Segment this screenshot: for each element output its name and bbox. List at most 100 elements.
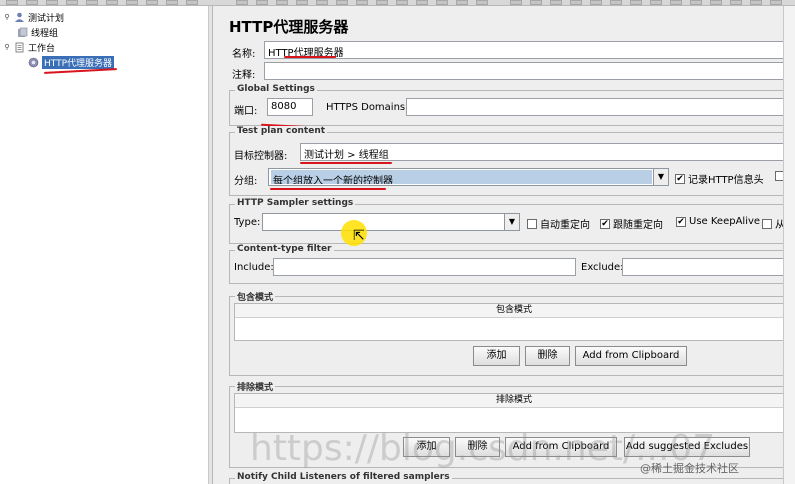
add-include-from-clipboard-button[interactable]: Add from Clipboard xyxy=(575,346,687,366)
tree-item-test-plan[interactable]: ⚲ 测试计划 xyxy=(3,10,64,24)
https-domains-label: HTTPS Domains : xyxy=(326,102,412,113)
test-plan-tree[interactable]: ⚲ 测试计划 线程组 ⚲ 工作台 HTTP代理服务器 xyxy=(0,6,209,484)
auto-redirect-checkbox[interactable]: 自动重定向 xyxy=(527,216,590,231)
toolbar-button[interactable] xyxy=(750,0,762,5)
toolbar-button[interactable] xyxy=(46,0,58,5)
dropdown-arrow-icon[interactable]: ▼ xyxy=(653,169,668,185)
toolbar-button[interactable] xyxy=(146,0,158,5)
toolbar-button[interactable] xyxy=(256,0,268,5)
sampler-type-label: Type: xyxy=(234,217,261,228)
tree-item-label: HTTP代理服务器 xyxy=(42,55,115,69)
toolbar-button[interactable] xyxy=(670,0,682,5)
https-domains-field[interactable] xyxy=(406,98,794,116)
toolbar-button[interactable] xyxy=(26,0,38,5)
toolbar-button[interactable] xyxy=(66,0,78,5)
tree-item-label: 测试计划 xyxy=(28,13,65,24)
grouping-combo[interactable]: 每个组放入一个新的控制器 ▼ xyxy=(268,168,669,186)
checkbox-checked-icon[interactable]: ✔ xyxy=(676,216,686,227)
delete-include-button[interactable]: 删除 xyxy=(525,346,570,366)
toolbar-button[interactable] xyxy=(630,0,642,5)
workbench-icon xyxy=(15,42,24,52)
toolbar-button[interactable] xyxy=(186,0,198,5)
test-plan-content-group: Test plan content xyxy=(229,126,795,196)
tree-expand-icon[interactable]: ⚲ xyxy=(3,43,11,51)
checkbox-unchecked-icon[interactable] xyxy=(762,218,772,229)
test-plan-icon xyxy=(15,12,24,22)
tree-item-workbench[interactable]: ⚲ 工作台 xyxy=(3,40,55,54)
toolbar-button[interactable] xyxy=(610,0,622,5)
toolbar-button[interactable] xyxy=(570,0,582,5)
toolbar-button[interactable] xyxy=(650,0,662,5)
toolbar-button[interactable] xyxy=(476,0,488,5)
toolbar-button[interactable] xyxy=(456,0,468,5)
comment-field[interactable] xyxy=(264,62,794,80)
toolbar-button[interactable] xyxy=(730,0,742,5)
group-title: 包含模式 xyxy=(235,290,276,303)
toolbar-button[interactable] xyxy=(356,0,368,5)
toolbar-button[interactable] xyxy=(416,0,428,5)
toolbar-button[interactable] xyxy=(276,0,288,5)
tree-item-http-proxy[interactable]: HTTP代理服务器 xyxy=(28,55,115,69)
annotation-underline xyxy=(300,162,392,164)
record-headers-checkbox[interactable]: ✔ 记录HTTP信息头 xyxy=(675,171,764,186)
toolbar-button[interactable] xyxy=(296,0,308,5)
toolbar-button[interactable] xyxy=(770,0,782,5)
checkbox-checked-icon[interactable]: ✔ xyxy=(675,173,685,184)
credit-text: @稀土掘金技术社区 xyxy=(640,462,739,475)
toolbar-button[interactable] xyxy=(396,0,408,5)
table-column-header[interactable]: 包含模式 xyxy=(235,304,793,318)
target-controller-label: 目标控制器: xyxy=(234,151,288,162)
include-patterns-table[interactable]: 包含模式 xyxy=(234,303,794,341)
checkbox-unchecked-icon[interactable] xyxy=(527,218,537,229)
toolbar-button[interactable] xyxy=(236,0,248,5)
exclude-field[interactable] xyxy=(622,258,794,276)
toolbar-button[interactable] xyxy=(690,0,702,5)
annotation-underline xyxy=(284,56,336,58)
toolbar-button[interactable] xyxy=(126,0,138,5)
group-title: Notify Child Listeners of filtered sampl… xyxy=(235,472,452,482)
group-title: Content-type filter xyxy=(235,244,334,254)
notify-listeners-group: Notify Child Listeners of filtered sampl… xyxy=(229,472,795,484)
include-field[interactable] xyxy=(273,258,576,276)
split-pane-divider[interactable] xyxy=(209,6,213,484)
toolbar-button[interactable] xyxy=(6,0,18,5)
vertical-scrollbar[interactable] xyxy=(783,6,795,484)
toolbar-button[interactable] xyxy=(316,0,328,5)
group-title: 排除模式 xyxy=(235,380,276,393)
toolbar-button[interactable] xyxy=(590,0,602,5)
toolbar-button[interactable] xyxy=(550,0,562,5)
checkbox-label: 自动重定向 xyxy=(540,220,590,231)
toolbar-button[interactable] xyxy=(710,0,722,5)
sampler-type-combo[interactable]: ▼ xyxy=(262,213,520,231)
follow-redirect-checkbox[interactable]: ✔ 跟随重定向 xyxy=(600,216,663,231)
mouse-cursor-icon: ⇱ xyxy=(353,228,365,244)
group-title: HTTP Sampler settings xyxy=(235,198,356,208)
exclude-patterns-table[interactable]: 排除模式 xyxy=(234,393,794,433)
retrieve-resources-checkbox[interactable]: 从 xyxy=(762,216,785,231)
toolbar-button[interactable] xyxy=(376,0,388,5)
toolbar-button[interactable] xyxy=(106,0,118,5)
name-field[interactable]: HTTP代理服务器 xyxy=(264,41,794,59)
tree-expand-icon[interactable]: ⚲ xyxy=(3,13,11,21)
comment-label: 注释: xyxy=(232,70,256,81)
page-title: HTTP代理服务器 xyxy=(229,18,349,36)
toolbar-button[interactable] xyxy=(336,0,348,5)
toolbar-button[interactable] xyxy=(86,0,98,5)
tree-item-label: 线程组 xyxy=(31,28,59,39)
checkbox-checked-icon[interactable]: ✔ xyxy=(600,218,610,229)
checkbox-label: Use KeepAlive xyxy=(689,216,761,227)
port-field[interactable]: 8080 xyxy=(267,98,313,116)
toolbar-button[interactable] xyxy=(530,0,542,5)
toolbar-button[interactable] xyxy=(510,0,522,5)
target-controller-select[interactable]: 测试计划 > 线程组 xyxy=(300,143,794,161)
toolbar-button[interactable] xyxy=(436,0,448,5)
annotation-underline xyxy=(270,188,386,190)
dropdown-arrow-icon[interactable]: ▼ xyxy=(504,214,519,230)
group-title: Test plan content xyxy=(235,126,328,136)
tree-item-thread-group[interactable]: 线程组 xyxy=(17,25,58,39)
table-column-header[interactable]: 排除模式 xyxy=(235,394,793,408)
grouping-label: 分组: xyxy=(234,176,258,187)
use-keepalive-checkbox[interactable]: ✔ Use KeepAlive xyxy=(676,216,760,227)
add-include-button[interactable]: 添加 xyxy=(473,346,520,366)
toolbar-button[interactable] xyxy=(166,0,178,5)
